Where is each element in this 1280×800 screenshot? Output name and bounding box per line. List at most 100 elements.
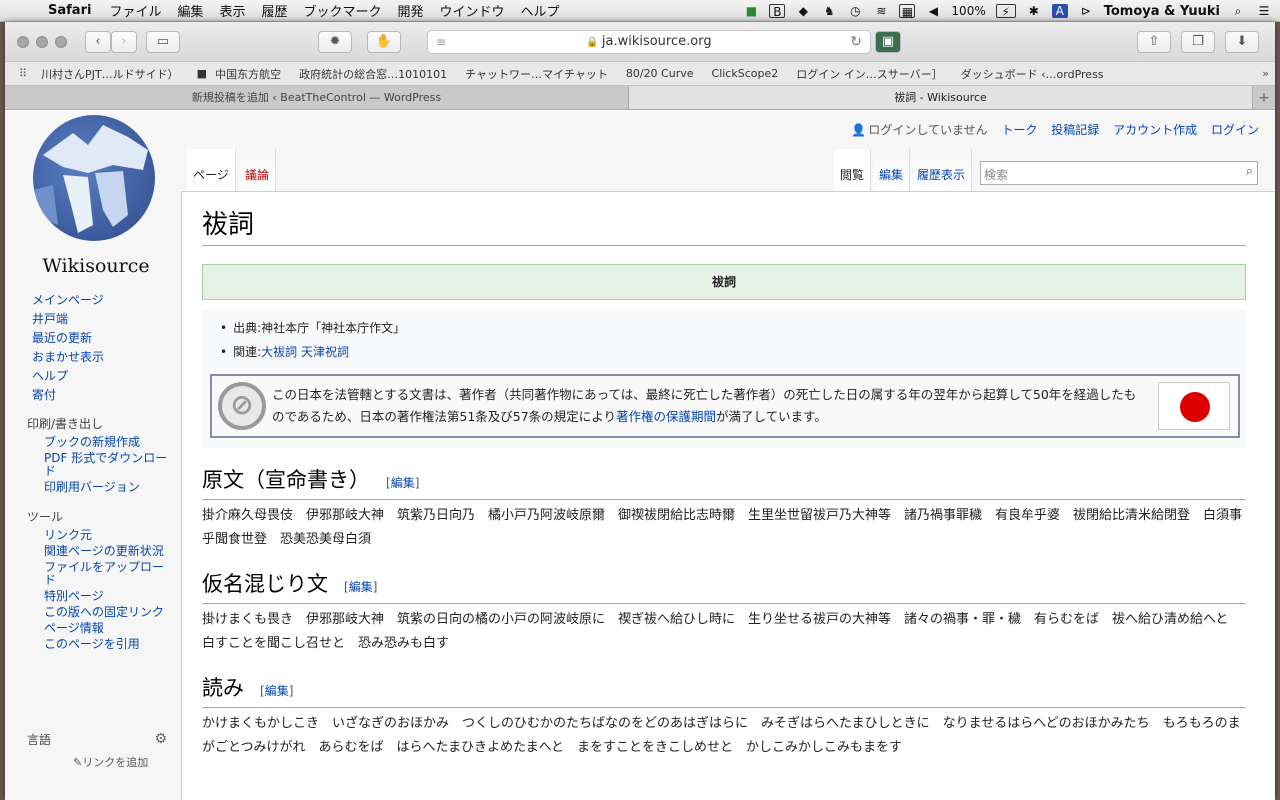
tab-page[interactable]: ページ xyxy=(187,149,236,191)
tab-read[interactable]: 閲覧 xyxy=(834,149,872,191)
new-tab-button[interactable]: + xyxy=(1253,86,1275,109)
nav-cite[interactable]: このページを引用 xyxy=(5,638,181,651)
nav-permalink[interactable]: この版への固定リンク xyxy=(5,606,181,619)
address-bar[interactable]: ≡ 🔒 ja.wikisource.org ↻ xyxy=(427,30,871,54)
menu-bar: Safari ファイル 編集 表示 履歴 ブックマーク 開発 ウインドウ ヘルプ… xyxy=(0,0,1280,22)
notes-box: 出典:神社本庁「神社本庁作文」 関連:大祓詞 天津祝詞 ⊘ この日本を法管轄とす… xyxy=(202,310,1246,448)
nav-download-pdf[interactable]: PDF 形式でダウンロード xyxy=(5,452,181,478)
user-name[interactable]: Tomoya & Yuuki xyxy=(1104,4,1220,19)
menu-edit[interactable]: 編集 xyxy=(177,1,203,20)
close-window-button[interactable] xyxy=(17,36,29,48)
not-logged-in-text: ログインしていません xyxy=(868,123,988,137)
extension-button-3[interactable]: ▣ xyxy=(875,31,901,53)
favorite-item[interactable]: 80/20 Curve xyxy=(626,67,694,80)
evernote-icon[interactable]: ♞ xyxy=(821,4,837,18)
search-icon[interactable]: ⌕ xyxy=(1246,164,1253,179)
add-links-link[interactable]: ✎リンクを追加 xyxy=(27,754,167,770)
input-method-icon[interactable]: A xyxy=(1051,4,1068,18)
menu-window[interactable]: ウインドウ xyxy=(440,1,505,20)
user-icon: 👤 xyxy=(851,123,867,137)
tab-history[interactable]: 履歴表示 xyxy=(911,149,973,191)
print-heading[interactable]: 印刷/書き出し xyxy=(5,415,181,433)
menu-develop[interactable]: 開発 xyxy=(398,1,424,20)
related-link-oharae[interactable]: 大祓詞 xyxy=(261,345,297,359)
edit-section-link[interactable]: 編集 xyxy=(349,580,373,594)
menu-app-name[interactable]: Safari xyxy=(48,3,91,18)
nav-help[interactable]: ヘルプ xyxy=(5,367,181,386)
notification-center-icon[interactable]: ☰ xyxy=(1256,4,1272,18)
related-label: 関連: xyxy=(233,345,262,359)
more-favorites-icon[interactable]: » xyxy=(1262,67,1269,80)
favorite-item[interactable]: 政府統計の総合窓…1010101 xyxy=(299,66,447,82)
tab-edit[interactable]: 編集 xyxy=(873,149,911,191)
volume-icon[interactable]: ◀ xyxy=(925,4,941,18)
back-button[interactable]: ‹ xyxy=(85,31,111,53)
menu-help[interactable]: ヘルプ xyxy=(521,1,560,20)
gear-icon[interactable]: ⚙ xyxy=(154,731,167,747)
menu-bookmarks[interactable]: ブックマーク xyxy=(304,1,382,20)
nav-what-links-here[interactable]: リンク元 xyxy=(5,529,181,542)
login-link[interactable]: ログイン xyxy=(1211,123,1259,137)
nav-village-pump[interactable]: 井戸端 xyxy=(5,310,181,329)
sidebar-button[interactable]: ▭ xyxy=(146,31,180,53)
nav-special-pages[interactable]: 特別ページ xyxy=(5,590,181,603)
nav-donate[interactable]: 寄付 xyxy=(5,386,181,405)
zoom-window-button[interactable] xyxy=(55,36,67,48)
page-title: 祓詞 xyxy=(202,210,1246,246)
create-account-link[interactable]: アカウント作成 xyxy=(1113,123,1197,137)
b-icon[interactable]: B xyxy=(769,4,786,19)
languages-heading: 言語 xyxy=(27,733,52,747)
nav-recent-changes[interactable]: 最近の更新 xyxy=(5,329,181,348)
menu-history[interactable]: 履歴 xyxy=(261,1,287,20)
tab-wordpress[interactable]: 新規投稿を追加 ‹ BeatTheControl — WordPress xyxy=(5,86,629,109)
favorite-item[interactable]: ClickScope2 xyxy=(712,67,779,80)
favorite-item[interactable]: 中国东方航空 xyxy=(215,66,281,82)
tab-wikisource[interactable]: 祓詞 - Wikisource xyxy=(629,86,1253,109)
nav-create-book[interactable]: ブックの新規作成 xyxy=(5,436,181,449)
reload-icon[interactable]: ↻ xyxy=(850,31,862,53)
forward-button[interactable]: › xyxy=(111,31,137,53)
bluetooth-icon[interactable]: ✱ xyxy=(1026,4,1042,18)
favorite-item[interactable]: ダッシュボード ‹…ordPress xyxy=(961,66,1104,82)
play-circle-icon[interactable]: ⊳ xyxy=(1078,4,1094,18)
favorite-item[interactable]: ログイン イン…スサーバー］ xyxy=(796,66,942,82)
flag-icon[interactable]: ■ xyxy=(743,4,759,18)
wikisource-logo[interactable]: Wikisource xyxy=(31,115,161,277)
nav-related-changes[interactable]: 関連ページの更新状況 xyxy=(5,545,181,558)
top-sites-icon[interactable]: ⠿ xyxy=(19,67,27,80)
copyright-term-link[interactable]: 著作権の保護期間 xyxy=(616,409,716,424)
sidebar-icon: ▭ xyxy=(156,34,170,49)
nav-random[interactable]: おまかせ表示 xyxy=(5,348,181,367)
menu-file[interactable]: ファイル xyxy=(109,1,161,20)
contributions-link[interactable]: 投稿記録 xyxy=(1051,123,1099,137)
section-text-kana: 掛けまくも畏き 伊邪那岐大神 筑紫の日向の橘の小戸の阿波岐原に 禊ぎ祓へ給ひし時… xyxy=(202,612,1242,651)
menu-view[interactable]: 表示 xyxy=(219,1,245,20)
extension-button-1[interactable]: ✹ xyxy=(318,31,352,53)
minimize-window-button[interactable] xyxy=(36,36,48,48)
reader-icon[interactable]: ≡ xyxy=(436,31,446,53)
time-machine-icon[interactable]: ◷ xyxy=(847,4,863,18)
nav-printable[interactable]: 印刷用バージョン xyxy=(5,481,181,494)
tabs-overview-button[interactable]: ❐ xyxy=(1181,31,1215,53)
tab-discussion[interactable]: 議論 xyxy=(239,149,277,191)
favorite-item[interactable]: 川村さんPJT…ルドサイド） xyxy=(41,66,179,82)
tools-heading[interactable]: ツール xyxy=(5,508,181,526)
favorite-item[interactable]: チャットワー…マイチャット xyxy=(465,66,608,82)
talk-link[interactable]: トーク xyxy=(1001,123,1037,137)
battery-icon[interactable]: ⚡ xyxy=(995,4,1016,19)
dropbox-icon[interactable]: ◆ xyxy=(795,4,811,18)
edit-section-link[interactable]: 編集 xyxy=(265,684,289,698)
related-link-amatsu[interactable]: 天津祝詞 xyxy=(301,345,349,359)
search-input[interactable]: 検索 ⌕ xyxy=(980,161,1258,185)
nav-page-info[interactable]: ページ情報 xyxy=(5,622,181,635)
wifi-icon[interactable]: ≋ xyxy=(873,4,889,18)
spotlight-icon[interactable]: ⌕ xyxy=(1230,4,1246,18)
nav-upload-file[interactable]: ファイルをアップロード xyxy=(5,561,181,587)
downloads-button[interactable]: ⬇ xyxy=(1225,31,1259,53)
extension-button-2[interactable]: ✋ xyxy=(367,31,401,53)
share-button[interactable]: ⇧ xyxy=(1137,31,1171,53)
favorite-item[interactable]: ■ xyxy=(197,67,207,80)
edit-section-link[interactable]: 編集 xyxy=(391,476,415,490)
display-icon[interactable]: ▦ xyxy=(899,4,916,19)
nav-main-page[interactable]: メインページ xyxy=(5,291,181,310)
